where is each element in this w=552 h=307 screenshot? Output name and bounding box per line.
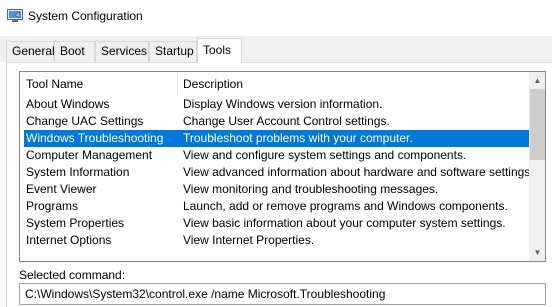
column-header-description[interactable]: Description bbox=[178, 72, 529, 96]
window-title: System Configuration bbox=[28, 9, 143, 23]
tool-name: Windows Troubleshooting bbox=[26, 131, 164, 145]
tool-name: Event Viewer bbox=[26, 182, 97, 196]
column-header-tool-name[interactable]: Tool Name bbox=[20, 72, 178, 96]
tool-description: Troubleshoot problems with your computer… bbox=[183, 131, 413, 145]
tab-tools[interactable]: Tools bbox=[197, 38, 242, 63]
list-row[interactable]: Event Viewer View monitoring and trouble… bbox=[20, 181, 529, 198]
list-row-selected[interactable]: Windows Troubleshooting Troubleshoot pro… bbox=[20, 130, 529, 147]
tool-name: About Windows bbox=[26, 97, 110, 111]
title-bar[interactable]: System Configuration bbox=[0, 0, 552, 33]
list-header: Tool Name Description bbox=[20, 72, 529, 96]
tool-description: Launch, add or remove programs and Windo… bbox=[183, 199, 508, 213]
vertical-scrollbar[interactable]: ▲ ▼ bbox=[529, 72, 545, 261]
tool-name: System Information bbox=[26, 165, 130, 179]
tool-description: View monitoring and troubleshooting mess… bbox=[183, 182, 439, 196]
list-row[interactable]: Internet Options View Internet Propertie… bbox=[20, 232, 529, 249]
tool-name: Computer Management bbox=[26, 148, 153, 162]
tool-description: View advanced information about hardware… bbox=[183, 165, 534, 179]
tool-description: Change User Account Control settings. bbox=[183, 114, 390, 128]
tab-services[interactable]: Services bbox=[95, 41, 149, 62]
selected-command-field[interactable]: C:\Windows\System32\control.exe /name Mi… bbox=[19, 283, 546, 305]
list-row[interactable]: About Windows Display Windows version in… bbox=[20, 96, 529, 113]
scrollbar-thumb[interactable] bbox=[530, 89, 545, 160]
list-rows: About Windows Display Windows version in… bbox=[20, 96, 534, 249]
list-row[interactable]: Programs Launch, add or remove programs … bbox=[20, 198, 529, 215]
tool-name: Internet Options bbox=[26, 233, 112, 247]
tool-name: Programs bbox=[26, 199, 79, 213]
list-row[interactable]: Change UAC Settings Change User Account … bbox=[20, 113, 529, 130]
tool-description: View and configure system settings and c… bbox=[183, 148, 467, 162]
tool-description: View Internet Properties. bbox=[183, 233, 315, 247]
list-row[interactable]: System Properties View basic information… bbox=[20, 215, 529, 232]
tools-list[interactable]: Tool Name Description About Windows Disp… bbox=[19, 71, 546, 262]
tool-description: View basic information about your comput… bbox=[183, 216, 506, 230]
tool-description: Display Windows version information. bbox=[183, 97, 383, 111]
tab-boot[interactable]: Boot bbox=[54, 41, 95, 62]
selected-command-label: Selected command: bbox=[19, 268, 126, 282]
tab-startup[interactable]: Startup bbox=[149, 41, 197, 62]
system-configuration-window: System Configuration General Boot Servic… bbox=[0, 0, 552, 307]
system-config-icon bbox=[7, 9, 23, 22]
tab-general[interactable]: General bbox=[6, 41, 55, 62]
scroll-up-arrow-icon[interactable]: ▲ bbox=[529, 72, 545, 89]
tool-name: Change UAC Settings bbox=[26, 114, 144, 128]
list-row[interactable]: Computer Management View and configure s… bbox=[20, 147, 529, 164]
scroll-down-arrow-icon[interactable]: ▼ bbox=[529, 244, 545, 261]
tool-name: System Properties bbox=[26, 216, 125, 230]
list-row[interactable]: System Information View advanced informa… bbox=[20, 164, 534, 181]
